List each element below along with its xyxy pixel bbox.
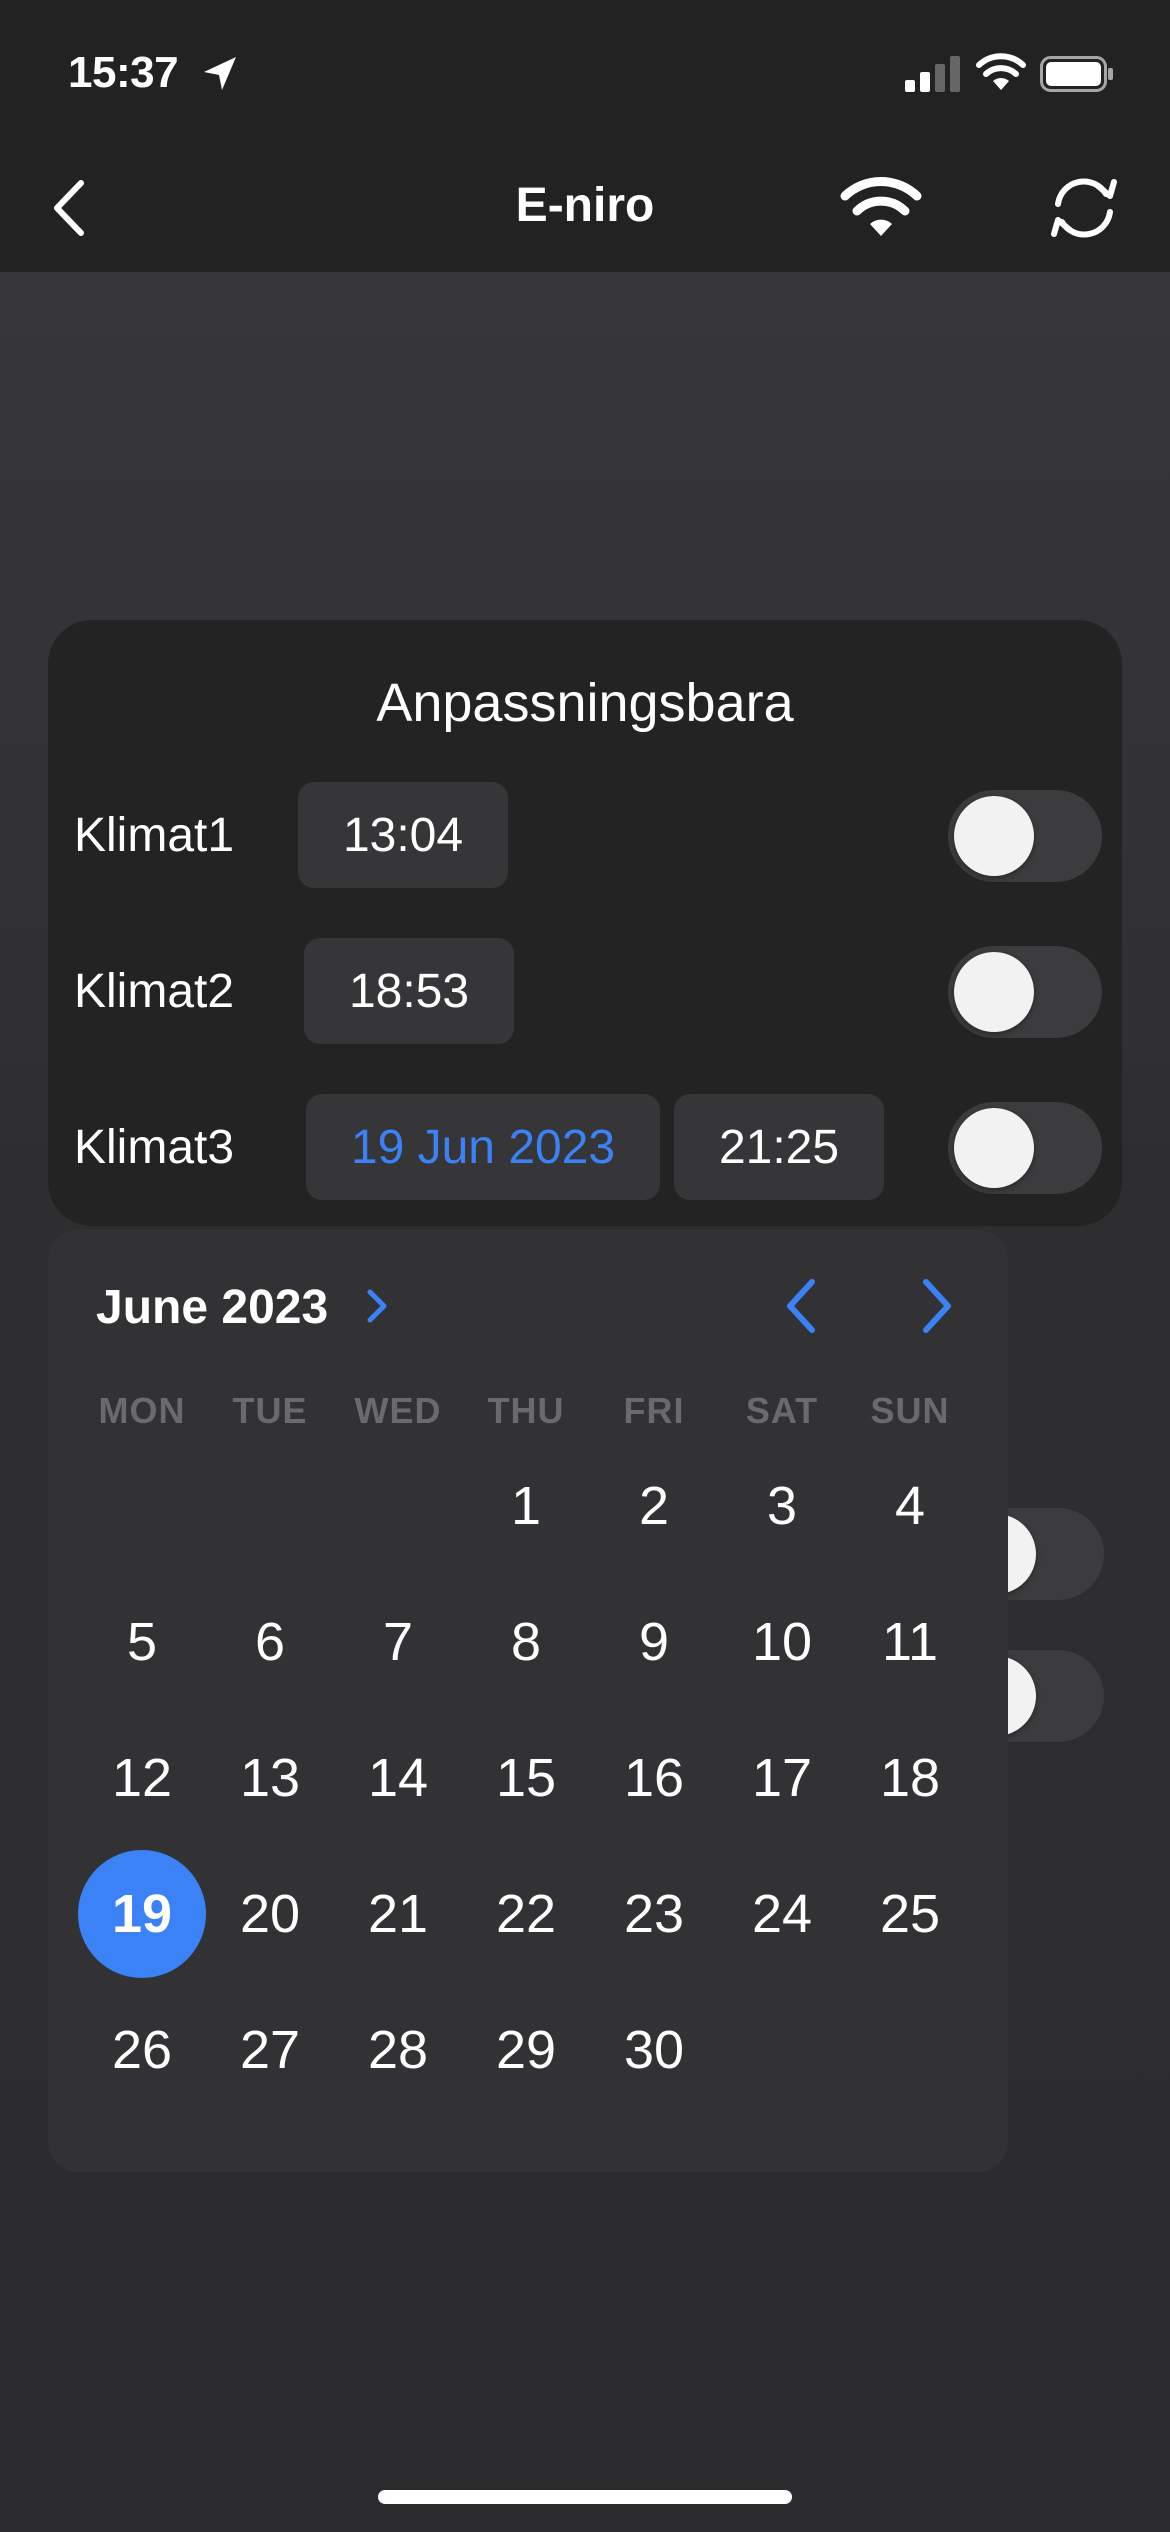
selected-day-label: 19: [111, 1884, 173, 1944]
schedule-card: Anpassningsbara Klimat1 13:04 Klimat2 18…: [48, 620, 1122, 1226]
day-cell[interactable]: 5: [78, 1578, 206, 1706]
day-cell[interactable]: 7: [334, 1578, 462, 1706]
toggle-knob: [954, 952, 1034, 1032]
day-cell[interactable]: 17: [718, 1714, 846, 1842]
day-cell[interactable]: 13: [206, 1714, 334, 1842]
day-cell[interactable]: 28: [334, 1986, 462, 2114]
day-cell[interactable]: 4: [846, 1442, 974, 1570]
row-label-klimat1: Klimat1: [74, 809, 235, 862]
weekday-wed: WED: [354, 1390, 442, 1431]
month-year-label[interactable]: June 2023: [96, 1280, 328, 1335]
toggle-klimat1[interactable]: [948, 790, 1102, 882]
calendar-popover: June 2023 MON TUE WED THU FRI SAT SUN 1 …: [48, 1230, 1008, 2172]
time-picker-klimat3[interactable]: 21:25: [674, 1094, 884, 1200]
weekday-mon: MON: [98, 1390, 186, 1431]
cellular-signal-icon: [905, 56, 960, 92]
weekday-sun: SUN: [870, 1390, 950, 1431]
day-cell[interactable]: 14: [334, 1714, 462, 1842]
row-label-klimat2: Klimat2: [74, 965, 235, 1018]
day-cell[interactable]: 29: [462, 1986, 590, 2114]
weekday-thu: THU: [487, 1390, 565, 1431]
battery-icon: [1040, 56, 1113, 92]
day-cell[interactable]: 27: [206, 1986, 334, 2114]
day-cell[interactable]: 25: [846, 1850, 974, 1978]
day-cell[interactable]: 21: [334, 1850, 462, 1978]
day-cell[interactable]: 12: [78, 1714, 206, 1842]
day-cell[interactable]: 3: [718, 1442, 846, 1570]
row-label-klimat3: Klimat3: [74, 1121, 235, 1174]
toggle-klimat3[interactable]: [948, 1102, 1102, 1194]
day-cell[interactable]: 6: [206, 1578, 334, 1706]
previous-month-button[interactable]: [778, 1276, 826, 1336]
day-cell[interactable]: 23: [590, 1850, 718, 1978]
next-month-button[interactable]: [912, 1276, 960, 1336]
toggle-klimat2[interactable]: [948, 946, 1102, 1038]
day-cell[interactable]: 20: [206, 1850, 334, 1978]
day-cell[interactable]: 9: [590, 1578, 718, 1706]
day-cell[interactable]: 15: [462, 1714, 590, 1842]
day-cell[interactable]: 10: [718, 1578, 846, 1706]
home-indicator: [378, 2490, 792, 2504]
day-cell[interactable]: 2: [590, 1442, 718, 1570]
day-cell[interactable]: 24: [718, 1850, 846, 1978]
day-cell[interactable]: 30: [590, 1986, 718, 2114]
day-cell[interactable]: 22: [462, 1850, 590, 1978]
date-picker-klimat3[interactable]: 19 Jun 2023: [306, 1094, 660, 1200]
sync-icon[interactable]: [1044, 172, 1124, 244]
top-bar: 15:37 E-niro: [0, 0, 1170, 272]
day-cell[interactable]: 26: [78, 1986, 206, 2114]
weekday-tue: TUE: [232, 1390, 308, 1431]
toggle-knob: [954, 796, 1034, 876]
weekday-sat: SAT: [745, 1390, 819, 1431]
day-cell[interactable]: 1: [462, 1442, 590, 1570]
status-time: 15:37: [68, 48, 179, 97]
day-cell[interactable]: 16: [590, 1714, 718, 1842]
card-title: Anpassningsbara: [376, 673, 794, 733]
location-arrow-icon: [204, 57, 236, 90]
wifi-status-icon: [976, 53, 1026, 90]
day-cell-selected[interactable]: 19: [78, 1850, 206, 1978]
page-title: E-niro: [515, 179, 655, 232]
toggle-knob: [954, 1108, 1034, 1188]
day-cell[interactable]: 11: [846, 1578, 974, 1706]
chevron-right-icon[interactable]: [364, 1286, 390, 1326]
day-cell[interactable]: 18: [846, 1714, 974, 1842]
wifi-icon[interactable]: [840, 176, 922, 238]
time-picker-klimat2[interactable]: 18:53: [304, 938, 514, 1044]
day-cell[interactable]: 8: [462, 1578, 590, 1706]
weekday-fri: FRI: [623, 1390, 685, 1431]
time-picker-klimat1[interactable]: 13:04: [298, 782, 508, 888]
